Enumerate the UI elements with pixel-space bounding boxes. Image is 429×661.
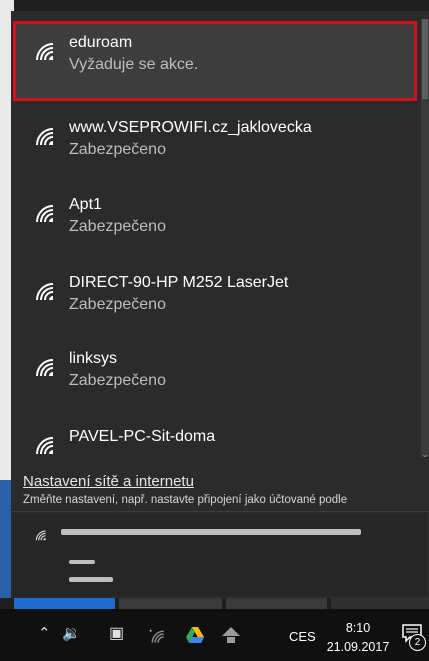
network-name: PAVEL-PC-Sit-doma: [69, 428, 216, 445]
network-name: Apt1: [69, 196, 102, 213]
wifi-network-flyout: eduroam Vyžaduje se akce. www.VSEPROWIFI…: [11, 11, 429, 598]
input-language[interactable]: CES: [289, 629, 316, 644]
network-icon[interactable]: [222, 627, 240, 644]
quick-tile-peek: [331, 598, 429, 609]
network-status: Zabezpečeno: [69, 296, 166, 313]
network-item-eduroam[interactable]: eduroam Vyžaduje se akce.: [13, 21, 417, 101]
redacted-text: [69, 577, 113, 582]
network-settings-description: Změňte nastavení, např. nastavte připoje…: [23, 494, 348, 506]
clock-date[interactable]: 21.09.2017: [320, 640, 396, 654]
wifi-icon: [36, 283, 54, 301]
chevron-up-icon[interactable]: ⌃: [38, 625, 51, 643]
redacted-text: [69, 560, 95, 564]
wifi-off-icon[interactable]: *: [148, 627, 168, 644]
network-name: www.VSEPROWIFI.cz_jaklovecka: [69, 119, 312, 136]
network-name: eduroam: [69, 34, 133, 51]
wifi-icon: [36, 205, 54, 223]
network-settings-link[interactable]: Nastavení sítě a internetu: [23, 473, 194, 490]
redacted-text: [61, 529, 361, 535]
network-item[interactable]: linksys Zabezpečeno: [13, 337, 417, 417]
quick-action-area: [13, 514, 427, 596]
scrollbar-thumb[interactable]: [422, 19, 428, 99]
network-item[interactable]: www.VSEPROWIFI.cz_jaklovecka Zabezpečeno: [13, 106, 417, 186]
network-status: Zabezpečeno: [69, 218, 166, 235]
wifi-icon: [36, 128, 54, 146]
network-list-scrollbar[interactable]: ⌄: [421, 19, 429, 460]
wifi-icon[interactable]: [33, 528, 49, 541]
scroll-down-arrow-icon[interactable]: ⌄: [421, 449, 429, 460]
clock-time[interactable]: 8:10: [328, 621, 388, 635]
network-item[interactable]: DIRECT-90-HP M252 LaserJet Zabezpečeno: [13, 261, 417, 341]
network-item[interactable]: Apt1 Zabezpečeno: [13, 183, 417, 263]
volume-icon[interactable]: 🔉: [62, 625, 81, 643]
google-drive-icon[interactable]: [186, 627, 204, 643]
quick-tile-peek: [119, 598, 222, 609]
taskbar: ⌃ 🔉 ▣ * CES 8:10 21.09.2017 2: [0, 609, 429, 661]
wifi-icon: [36, 437, 54, 455]
network-status: Vyžaduje se akce.: [69, 56, 199, 73]
network-status: Zabezpečeno: [69, 372, 166, 389]
tablet-mode-icon[interactable]: ▣: [109, 625, 124, 643]
divider: [11, 511, 429, 512]
wifi-icon: [36, 359, 54, 377]
network-name: DIRECT-90-HP M252 LaserJet: [69, 274, 289, 291]
network-status: Zabezpečeno: [69, 141, 166, 158]
svg-text:*: *: [149, 629, 152, 636]
network-name: linksys: [69, 350, 118, 367]
quick-tile-peek: [226, 598, 327, 609]
wifi-icon: [36, 43, 54, 61]
network-item[interactable]: PAVEL-PC-Sit-doma: [13, 415, 417, 457]
quick-tile-peek: [14, 598, 115, 609]
notification-count-badge: 2: [409, 634, 426, 651]
